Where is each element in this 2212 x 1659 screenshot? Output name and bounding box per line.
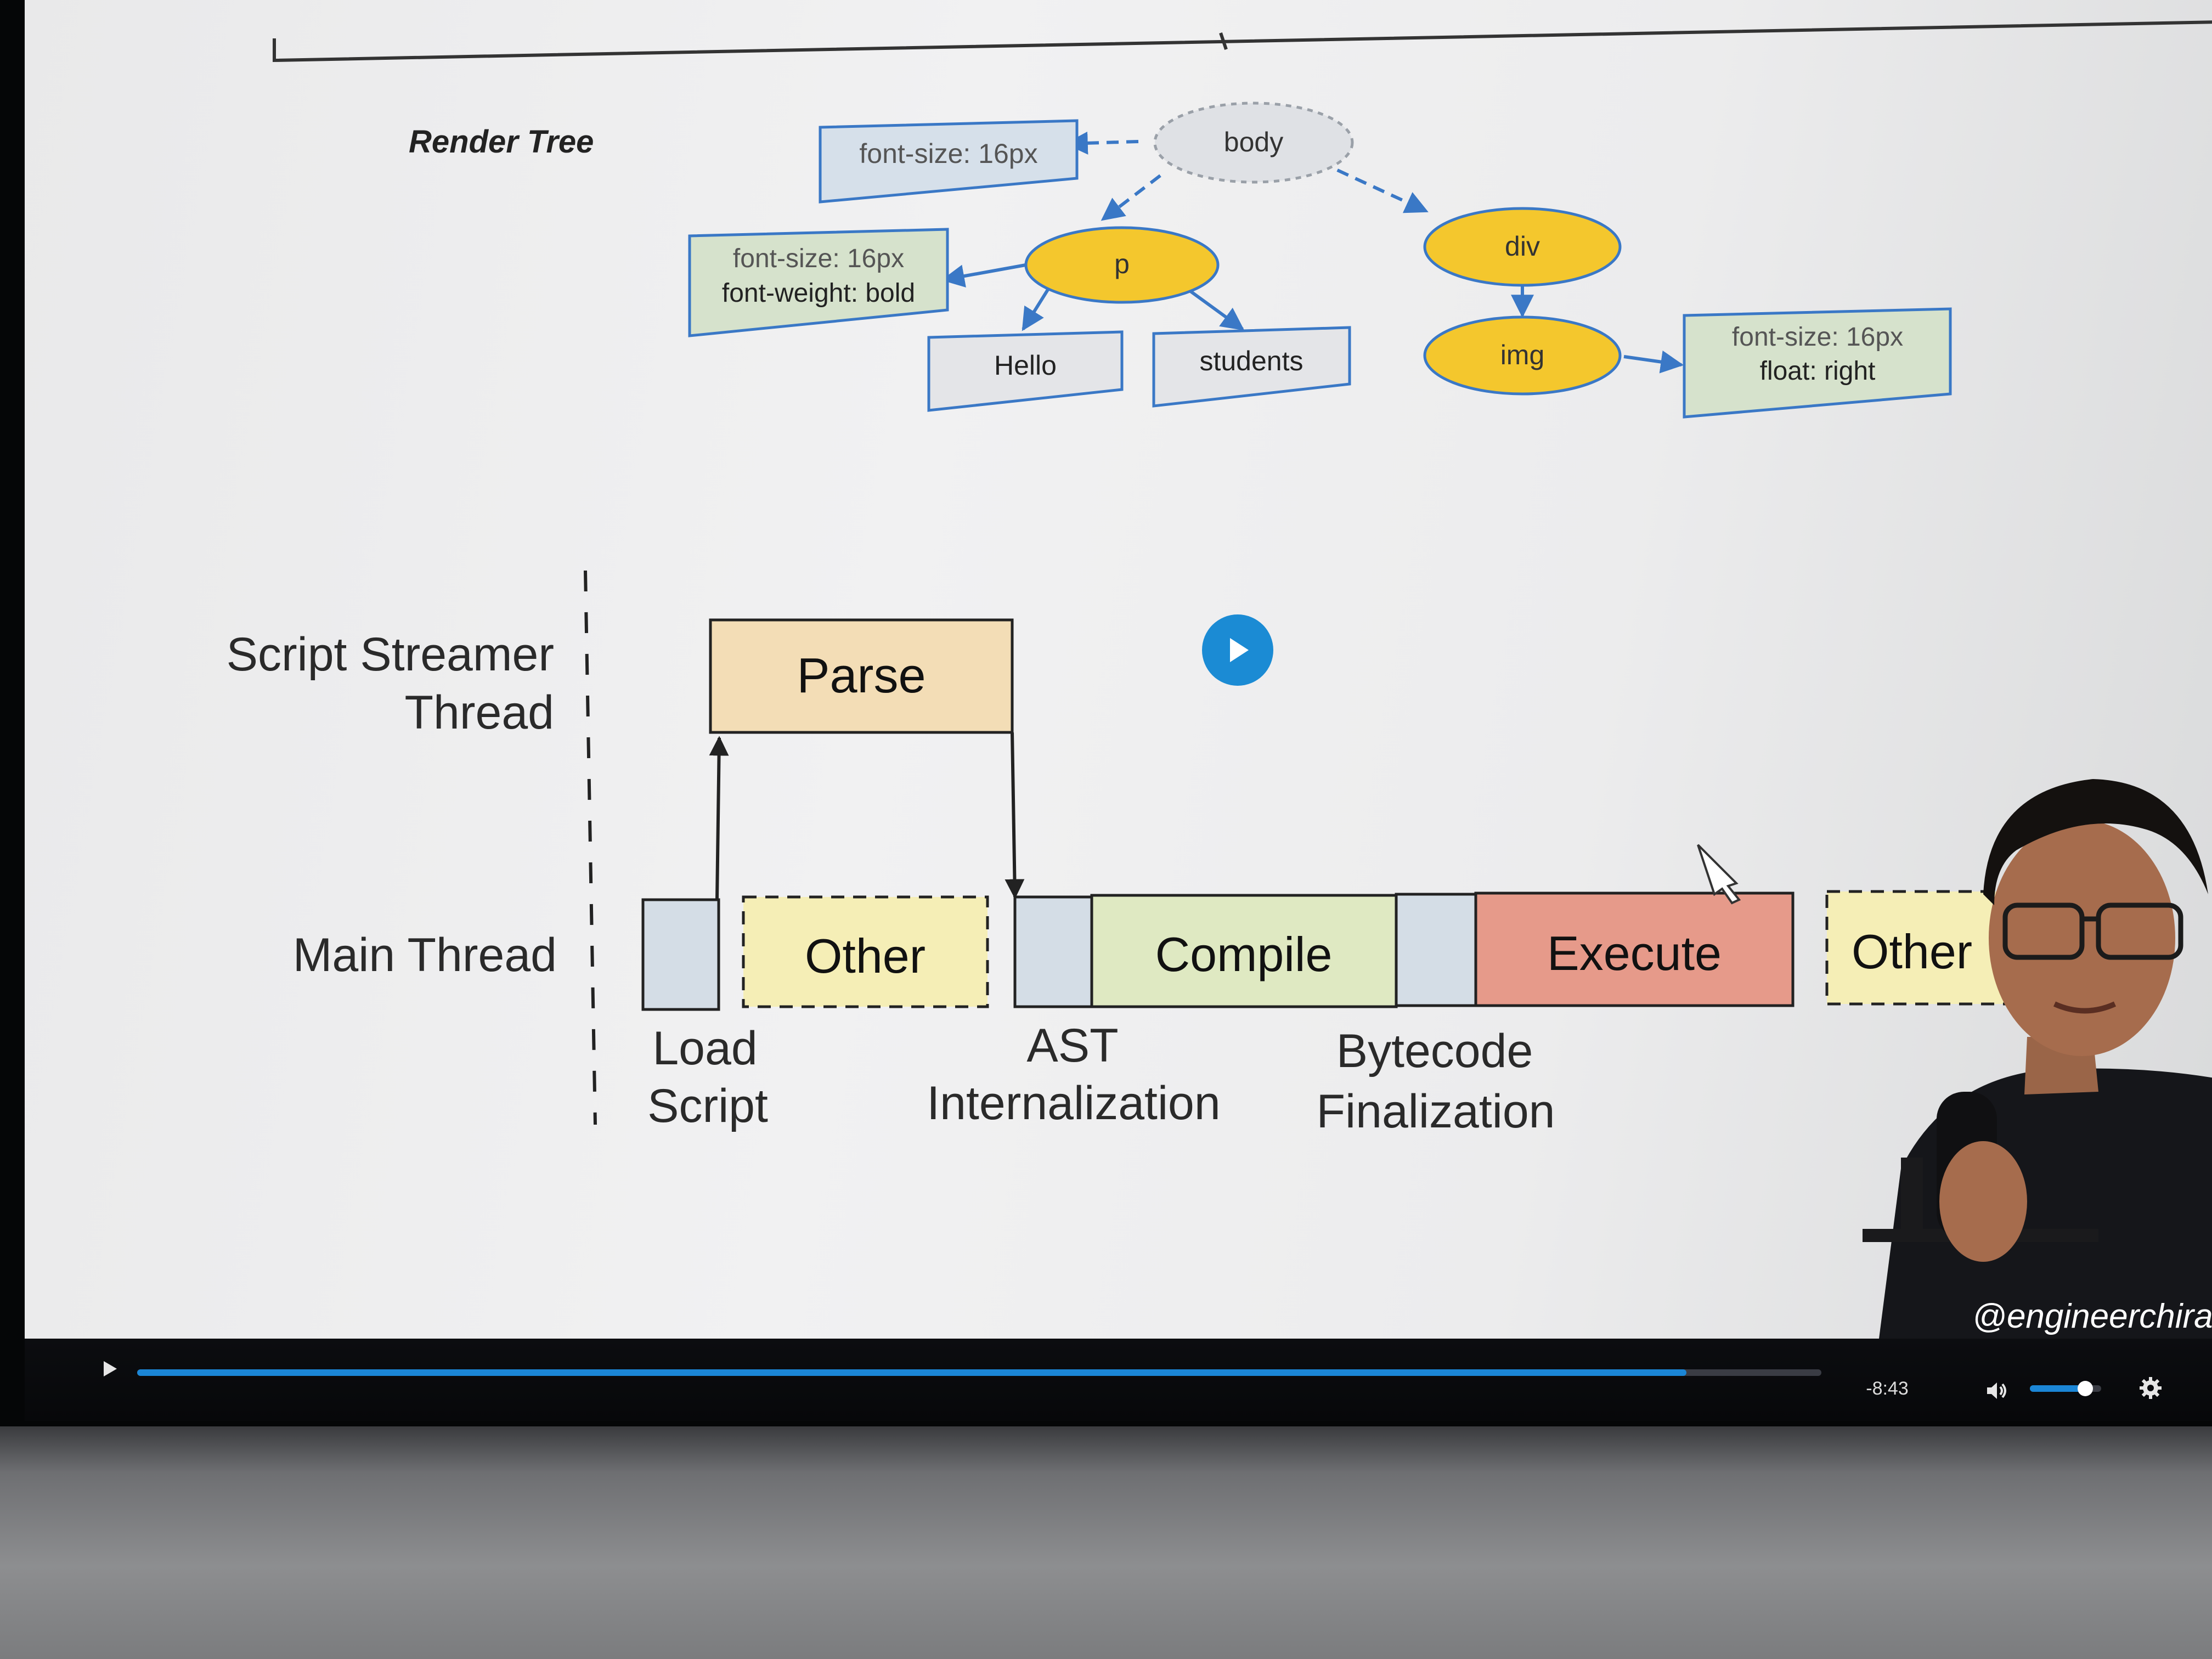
play-icon bbox=[1230, 638, 1249, 662]
progress-bar-fill bbox=[137, 1369, 1687, 1376]
block-ast-internalization bbox=[1013, 895, 1093, 1008]
svg-text:div: div bbox=[1505, 231, 1540, 262]
block-execute: Execute bbox=[1474, 891, 1795, 1007]
svg-text:img: img bbox=[1500, 340, 1545, 370]
edge-p-hello bbox=[1022, 284, 1052, 331]
svg-text:font-size: 16px: font-size: 16px bbox=[859, 138, 1037, 169]
svg-text:font-size: 16px: font-size: 16px bbox=[1732, 323, 1903, 352]
caption-ast: AST bbox=[1026, 1019, 1118, 1072]
tree-node-div: div bbox=[1423, 207, 1622, 287]
arrow-to-streamer bbox=[709, 736, 729, 900]
svg-text:Parse: Parse bbox=[797, 648, 926, 703]
time-remaining: -8:43 bbox=[1866, 1378, 1909, 1399]
svg-text:students: students bbox=[1199, 346, 1303, 376]
speaker-icon bbox=[1987, 1383, 2006, 1399]
style-box-body: font-size: 16px bbox=[819, 119, 1079, 204]
block-other-1: Other bbox=[742, 895, 989, 1008]
edge-p-style bbox=[941, 263, 1029, 287]
volume-slider-fill bbox=[2030, 1385, 2086, 1392]
caption-internalization: Internalization bbox=[927, 1077, 1220, 1130]
caption-bytecode: Bytecode bbox=[1336, 1025, 1533, 1077]
tree-node-img: img bbox=[1423, 315, 1622, 396]
label-main-thread: Main Thread bbox=[293, 929, 557, 981]
tree-node-p: p bbox=[1024, 226, 1220, 304]
svg-text:body: body bbox=[1224, 127, 1283, 157]
svg-text:Execute: Execute bbox=[1547, 926, 1722, 980]
video-play-overlay-button[interactable] bbox=[1202, 614, 1273, 686]
svg-text:font-weight: bold: font-weight: bold bbox=[722, 279, 915, 308]
top-bracket bbox=[273, 20, 2212, 63]
block-parse: Parse bbox=[709, 618, 1014, 734]
presenter-shirt-text: @engineerchirag bbox=[1972, 1297, 2212, 1335]
edge-body-div bbox=[1318, 160, 1429, 213]
volume-slider[interactable] bbox=[2030, 1381, 2101, 1396]
arrow-to-main bbox=[1005, 732, 1025, 899]
settings-button[interactable] bbox=[2131, 1369, 2170, 1407]
svg-text:float: right: float: right bbox=[1760, 357, 1876, 386]
block-load-script bbox=[641, 898, 720, 1011]
block-compile: Compile bbox=[1090, 894, 1398, 1008]
timeline-divider bbox=[584, 570, 597, 1125]
style-box-p: font-size: 16px font-weight: bold bbox=[688, 228, 949, 337]
tree-node-hello: Hello bbox=[927, 330, 1124, 412]
block-bytecode-finalization bbox=[1395, 893, 1477, 1007]
gear-icon bbox=[2140, 1377, 2162, 1399]
caption-load: Load bbox=[652, 1022, 757, 1075]
edge-img-style bbox=[1623, 350, 1684, 374]
style-box-img: font-size: 16px float: right bbox=[1683, 307, 1952, 419]
caption-script: Script bbox=[647, 1080, 768, 1132]
laptop-body bbox=[0, 1426, 2212, 1659]
svg-text:Hello: Hello bbox=[994, 350, 1057, 381]
tree-node-students: students bbox=[1152, 326, 1351, 408]
svg-text:p: p bbox=[1114, 249, 1130, 279]
caption-finalization: Finalization bbox=[1317, 1085, 1555, 1138]
laptop-screen: Render Tree font-size: 16px font-size: 1… bbox=[0, 0, 2212, 1426]
render-tree-heading: Render Tree bbox=[409, 124, 594, 160]
tree-node-body: body bbox=[1153, 101, 1354, 184]
presenter-webcam: @engineerchirag bbox=[1863, 779, 2212, 1339]
svg-text:font-size: 16px: font-size: 16px bbox=[733, 244, 904, 273]
edge-body-p bbox=[1101, 174, 1161, 221]
svg-text:Compile: Compile bbox=[1155, 927, 1333, 981]
volume-button[interactable] bbox=[1978, 1372, 2016, 1410]
label-streamer-line1: Script Streamer bbox=[227, 628, 554, 681]
label-streamer-line2: Thread bbox=[405, 686, 555, 739]
play-button[interactable] bbox=[91, 1350, 129, 1388]
svg-text:Other: Other bbox=[805, 929, 926, 983]
play-icon bbox=[104, 1361, 117, 1376]
video-frame[interactable]: Render Tree font-size: 16px font-size: 1… bbox=[25, 0, 2212, 1339]
progress-bar[interactable] bbox=[137, 1369, 1821, 1376]
